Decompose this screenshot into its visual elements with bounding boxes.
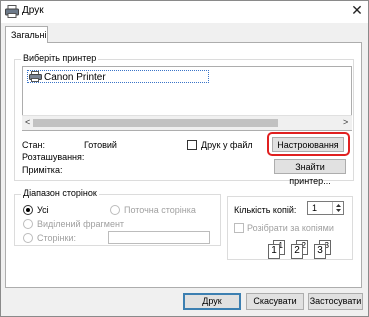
- page-range-label: Діапазон сторінок: [21, 188, 99, 198]
- print-button[interactable]: Друк: [183, 293, 241, 310]
- current-page-radio: [110, 205, 120, 215]
- all-pages-radio[interactable]: [23, 205, 33, 215]
- collate-illustration: 1 1 2 2 3 3: [268, 238, 358, 260]
- copies-value: 1: [312, 203, 318, 213]
- comment-label: Примітка:: [22, 165, 63, 175]
- pages-label: Сторінки:: [37, 233, 76, 243]
- cancel-button[interactable]: Скасувати: [246, 293, 304, 310]
- scroll-right-icon[interactable]: >: [343, 117, 348, 127]
- scrollbar-thumb[interactable]: [33, 119, 278, 127]
- collate-checkbox: [234, 223, 244, 233]
- location-label: Розташування:: [22, 152, 85, 162]
- tab-general[interactable]: Загальні: [5, 26, 48, 43]
- pages-radio[interactable]: [23, 233, 33, 243]
- close-icon[interactable]: ✕: [350, 2, 364, 18]
- selection-radio: [23, 219, 33, 229]
- printer-name: Canon Printer: [44, 72, 106, 83]
- selection-label: Виділений фрагмент: [37, 219, 125, 229]
- window-title: Друк: [22, 5, 44, 16]
- copies-spinner[interactable]: [332, 202, 343, 214]
- print-to-file-checkbox[interactable]: [187, 140, 197, 150]
- pages-input[interactable]: [108, 231, 210, 244]
- copies-label: Кількість копій:: [234, 205, 297, 215]
- collate-label: Розібрати за копіями: [247, 223, 334, 233]
- status-label: Стан:: [22, 140, 45, 150]
- title-bar: [1, 1, 368, 23]
- status-value: Готовий: [84, 140, 117, 150]
- scroll-left-icon[interactable]: <: [25, 117, 30, 127]
- apply-button[interactable]: Застосувати: [308, 293, 363, 310]
- printer-icon: [29, 71, 42, 82]
- all-pages-label: Усі: [37, 205, 49, 215]
- spinner-arrows-icon: [336, 204, 341, 212]
- printer-group-label: Виберіть принтер: [21, 53, 99, 63]
- print-to-file-label: Друк у файл: [201, 140, 253, 150]
- current-page-label: Поточна сторінка: [124, 205, 196, 215]
- printer-icon: [5, 5, 19, 18]
- find-printer-button[interactable]: Знайти принтер...: [274, 159, 346, 186]
- preferences-button[interactable]: Настроювання: [272, 137, 344, 152]
